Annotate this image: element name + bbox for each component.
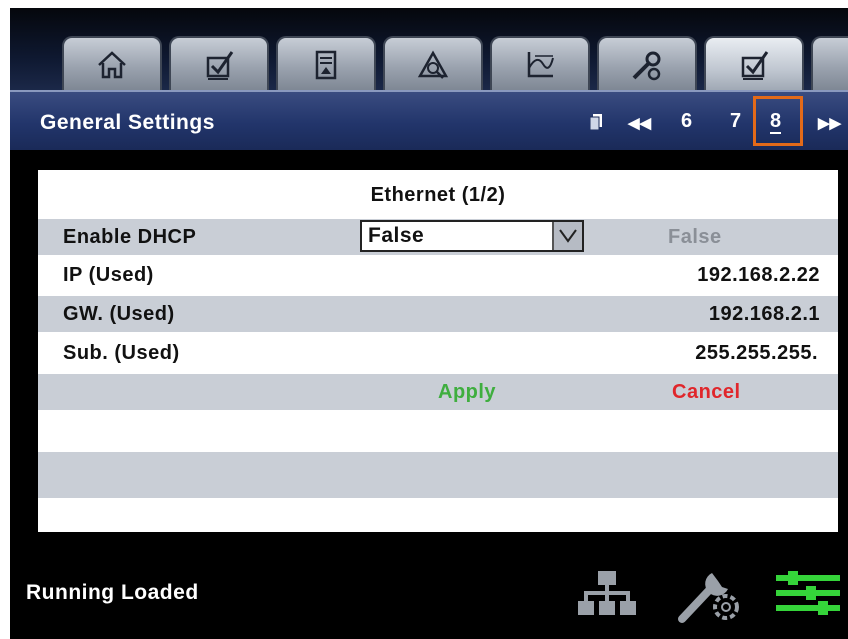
tab-home[interactable] xyxy=(62,36,162,92)
tab-warning[interactable] xyxy=(383,36,483,92)
control-icon[interactable] xyxy=(776,571,840,615)
page-number-8[interactable]: 8 xyxy=(770,110,782,134)
dhcp-current-value: False xyxy=(668,226,722,248)
subnet-label: Sub. (Used) xyxy=(63,342,180,364)
row-gateway-used: GW. (Used) 192.168.2.1 xyxy=(38,296,838,332)
settings-panel: Ethernet (1/2) Enable DHCP False False I… xyxy=(38,170,838,532)
home-icon xyxy=(98,51,126,79)
tab-service[interactable] xyxy=(597,36,697,92)
enable-dhcp-label: Enable DHCP xyxy=(63,226,197,248)
partial-tab-icon xyxy=(844,48,848,82)
ip-value: 192.168.2.22 xyxy=(697,264,820,286)
tab-checkbox-active[interactable] xyxy=(704,36,804,92)
tab-partial[interactable] xyxy=(811,36,848,92)
page-number-6[interactable]: 6 xyxy=(681,110,692,133)
dhcp-select-value: False xyxy=(368,224,425,247)
gateway-value: 192.168.2.1 xyxy=(708,303,820,325)
page-header: General Settings ◀◀ 6 7 8 ▶▶ xyxy=(10,90,848,150)
chevron-down-icon[interactable] xyxy=(552,222,582,250)
page-prev-button[interactable]: ◀◀ xyxy=(628,114,651,132)
document-icon[interactable] xyxy=(590,114,604,130)
service-tool-icon xyxy=(632,51,661,81)
tab-report[interactable] xyxy=(276,36,376,92)
page-number-7[interactable]: 7 xyxy=(730,110,741,133)
empty-row xyxy=(38,413,838,449)
subnet-value: 255.255.255. xyxy=(695,342,818,364)
section-title: Ethernet (1/2) xyxy=(370,184,506,206)
status-text: Running Loaded xyxy=(26,581,199,604)
dhcp-select[interactable]: False xyxy=(360,220,584,252)
page-next-button[interactable]: ▶▶ xyxy=(818,114,841,132)
report-icon xyxy=(315,50,337,80)
cancel-button[interactable]: Cancel xyxy=(672,381,741,404)
row-enable-dhcp: Enable DHCP False False xyxy=(38,219,838,255)
service-icon[interactable] xyxy=(678,563,744,623)
empty-row xyxy=(38,452,838,498)
tab-bar xyxy=(10,8,848,92)
gateway-label: GW. (Used) xyxy=(63,303,175,325)
row-subnet-used: Sub. (Used) 255.255.255. xyxy=(38,335,838,371)
row-actions: Apply Cancel xyxy=(38,374,838,410)
network-icon[interactable] xyxy=(578,571,636,615)
row-ip-used: IP (Used) 192.168.2.22 xyxy=(38,257,838,293)
checkbox-icon xyxy=(206,51,234,80)
apply-button[interactable]: Apply xyxy=(438,381,496,404)
checkbox-icon xyxy=(741,51,769,80)
status-footer: Running Loaded xyxy=(10,541,848,639)
tab-checkbox[interactable] xyxy=(169,36,269,92)
tab-graph[interactable] xyxy=(490,36,590,92)
graph-icon xyxy=(527,52,554,78)
warning-icon xyxy=(417,50,449,79)
controller-screen: General Settings ◀◀ 6 7 8 ▶▶ Ethernet (1… xyxy=(10,8,848,639)
ip-label: IP (Used) xyxy=(63,264,154,286)
page-title: General Settings xyxy=(40,111,215,134)
